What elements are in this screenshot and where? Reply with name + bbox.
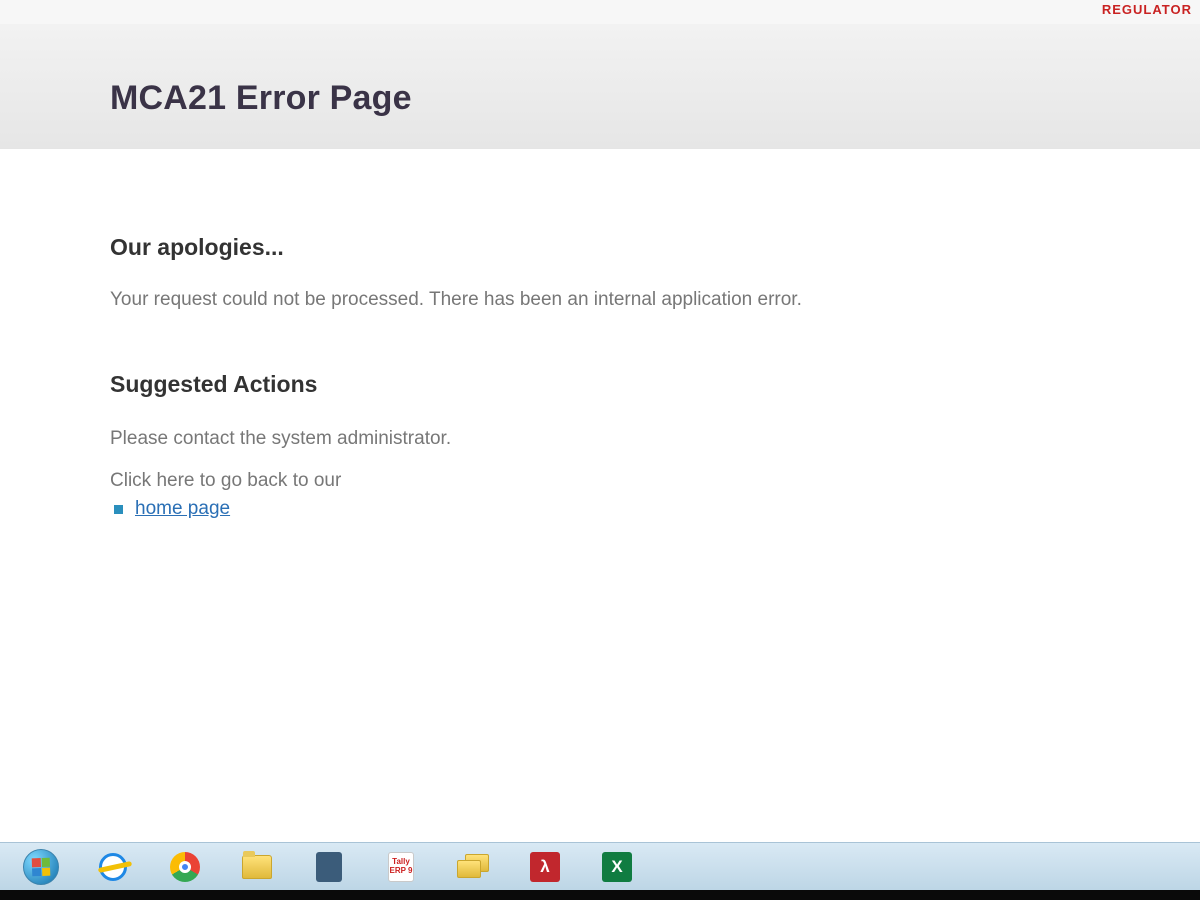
taskbar-ie[interactable] (78, 843, 148, 891)
windows-start-icon (23, 849, 59, 885)
content-area: Our apologies... Your request could not … (0, 149, 1200, 560)
taskbar-folders[interactable] (438, 843, 508, 891)
page-title: MCA21 Error Page (110, 79, 1090, 118)
chrome-icon (170, 852, 200, 882)
bullet-icon (114, 505, 123, 514)
taskbar-calculator[interactable] (294, 843, 364, 891)
top-strip: REGULATOR (0, 0, 1200, 24)
taskbar-file-explorer[interactable] (222, 843, 292, 891)
monitor-bezel (0, 890, 1200, 900)
tally-line2: ERP 9 (390, 867, 413, 875)
suggest-heading: Suggested Actions (110, 371, 1090, 398)
start-button[interactable] (6, 843, 76, 891)
apology-heading: Our apologies... (110, 234, 1090, 261)
tally-icon: Tally ERP 9 (388, 852, 414, 882)
taskbar-chrome[interactable] (150, 843, 220, 891)
regulator-label: REGULATOR (1102, 2, 1192, 17)
header-band: MCA21 Error Page (0, 24, 1200, 149)
internet-explorer-icon (99, 853, 127, 881)
taskbar-excel[interactable]: X (582, 843, 652, 891)
folders-stack-icon (457, 854, 489, 880)
home-page-link[interactable]: home page (135, 498, 230, 520)
windows-taskbar: Tally ERP 9 λ X (0, 842, 1200, 890)
suggest-text: Please contact the system administrator. (110, 428, 1090, 450)
taskbar-tally[interactable]: Tally ERP 9 (366, 843, 436, 891)
calculator-icon (316, 852, 342, 882)
excel-icon: X (602, 852, 632, 882)
back-text: Click here to go back to our (110, 470, 1090, 492)
folder-icon (242, 855, 272, 879)
home-link-row: home page (110, 498, 1090, 520)
error-message: Your request could not be processed. The… (110, 289, 1090, 311)
adobe-icon: λ (530, 852, 560, 882)
taskbar-adobe-reader[interactable]: λ (510, 843, 580, 891)
